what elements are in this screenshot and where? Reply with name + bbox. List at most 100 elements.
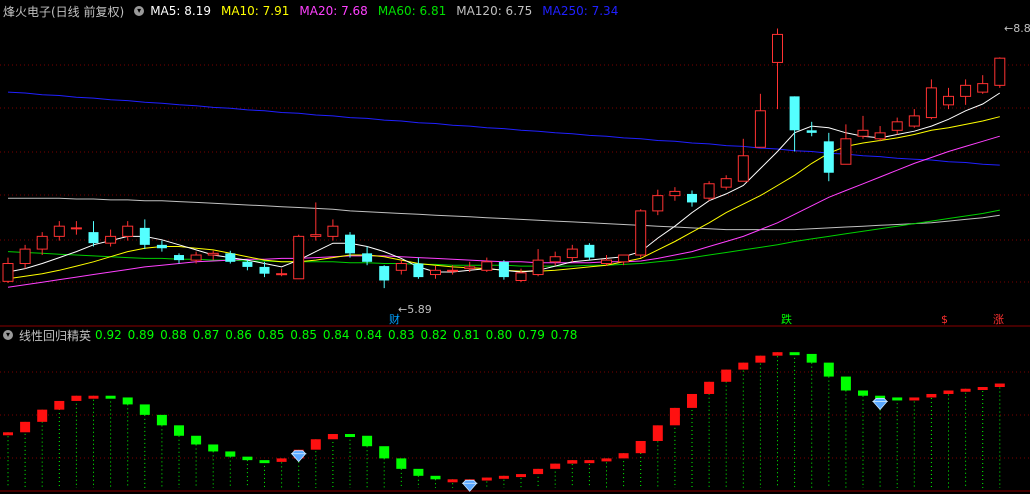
indicator-bar-down <box>789 352 800 356</box>
indicator-bar-down <box>362 435 373 447</box>
ma5-label: MA5: 8.19 <box>150 4 211 18</box>
indicator-bar-up <box>755 355 766 363</box>
candle-down <box>139 227 150 245</box>
candle-down <box>345 234 355 254</box>
candle-up <box>754 110 766 148</box>
candle-up <box>703 183 715 199</box>
indicator-value: 0.84 <box>355 328 383 342</box>
candle-up <box>977 83 989 93</box>
candle-down <box>259 266 270 274</box>
indicator-bar-up <box>584 460 595 464</box>
candle-up <box>70 227 82 230</box>
indicator-bar-down <box>430 475 441 480</box>
indicator-bar-up <box>687 393 697 408</box>
indicator-value: 0.89 <box>127 328 155 342</box>
indicator-bar-up <box>721 369 732 382</box>
candle-up <box>874 132 886 140</box>
indicator-bar-down <box>840 376 851 391</box>
candle-up <box>532 259 544 276</box>
indicator-bar-up <box>567 460 578 464</box>
candle-down <box>225 253 236 262</box>
indicator-bar-down <box>413 468 424 476</box>
candle-down <box>584 244 595 258</box>
candle-up <box>481 261 493 271</box>
indicator-bar-up <box>71 395 82 401</box>
indicator-bar-up <box>772 352 783 356</box>
candle-up <box>19 248 31 265</box>
indicator-value: 0.80 <box>485 328 513 342</box>
high-price-value: 8.8 <box>1013 22 1030 35</box>
candle-up <box>447 269 459 272</box>
indicator-bar-down <box>174 425 184 436</box>
indicator-bar-down <box>379 446 390 459</box>
indicator-bar-up <box>550 463 561 469</box>
candle-up <box>720 178 732 188</box>
indicator-bar-up <box>943 390 954 394</box>
indicator-bar-up <box>88 395 99 399</box>
indicator-bar-down <box>806 353 817 363</box>
indicator-value: 0.82 <box>420 328 448 342</box>
indicator-bar-down <box>396 458 407 469</box>
indicator-value: 0.85 <box>290 328 318 342</box>
event-marker-dollar[interactable]: $ <box>941 313 948 326</box>
candle-up <box>635 210 647 256</box>
indicator-bar-down <box>139 404 150 415</box>
candle-up <box>772 33 783 63</box>
diamond-signal-icon <box>872 398 889 411</box>
indicator-bar-down <box>105 395 116 399</box>
indicator-value: 0.79 <box>518 328 545 342</box>
candle-up <box>207 252 219 256</box>
candle-up <box>310 234 322 237</box>
stock-chart-canvas[interactable] <box>0 0 1030 494</box>
candle-up <box>652 195 664 212</box>
indicator-value: 0.84 <box>322 328 350 342</box>
indicator-toggle-icon[interactable]: ▾ <box>3 330 13 340</box>
indicator-bar-up <box>704 381 715 394</box>
candle-down <box>498 261 509 278</box>
indicator-bar-down <box>156 414 167 426</box>
candle-up <box>276 273 288 276</box>
indicator-value: 0.83 <box>387 328 415 342</box>
event-marker-fall[interactable]: 跌 <box>781 313 792 326</box>
indicator-values: 0.92 0.89 0.88 0.87 0.86 0.85 0.85 0.84 … <box>95 328 579 342</box>
ma120-label: MA120: 6.75 <box>456 4 533 18</box>
candle-down <box>806 130 817 133</box>
candle-down <box>687 193 697 203</box>
candle-up <box>566 248 578 259</box>
indicator-bar-up <box>994 383 1005 388</box>
indicator-bar-up <box>926 393 937 398</box>
indicator-bar-up <box>516 474 526 478</box>
candle-up <box>669 190 681 197</box>
candle-up <box>908 115 920 127</box>
settings-toggle-icon[interactable]: ▾ <box>134 6 145 16</box>
indicator-bar-up <box>669 407 680 426</box>
low-price-value: 5.89 <box>407 303 432 316</box>
high-price-label: ←8.8 <box>1004 22 1030 35</box>
indicator-title[interactable]: 线性回归精英 <box>19 327 91 344</box>
stock-title[interactable]: 烽火电子(日线 前复权) <box>3 3 124 20</box>
candle-down <box>242 261 253 267</box>
candle-down <box>156 244 167 249</box>
indicator-bar-down <box>208 444 219 452</box>
event-marker-finance[interactable]: 财 <box>389 313 400 326</box>
candle-down <box>88 232 99 244</box>
indicator-value: 0.88 <box>160 328 187 342</box>
indicator-bar-up <box>618 453 629 459</box>
indicator-bar-up <box>498 475 509 479</box>
candle-down <box>413 263 424 278</box>
candle-up <box>960 84 972 97</box>
indicator-bar-up <box>635 440 646 454</box>
indicator-value: 0.86 <box>225 328 252 342</box>
indicator-bar-up <box>54 400 65 410</box>
candle-up <box>430 269 441 276</box>
indicator-bar-up <box>327 434 338 440</box>
indicator-bar-down <box>191 435 202 445</box>
ma60-label: MA60: 6.81 <box>377 4 447 18</box>
event-marker-rise[interactable]: 涨 <box>993 313 1004 326</box>
indicator-bar-down <box>122 397 133 405</box>
candle-up <box>891 121 903 131</box>
candle-down <box>174 255 184 261</box>
indicator-value: 0.81 <box>453 328 480 342</box>
ma20-label: MA20: 7.68 <box>299 4 368 18</box>
candle-down <box>362 253 373 262</box>
